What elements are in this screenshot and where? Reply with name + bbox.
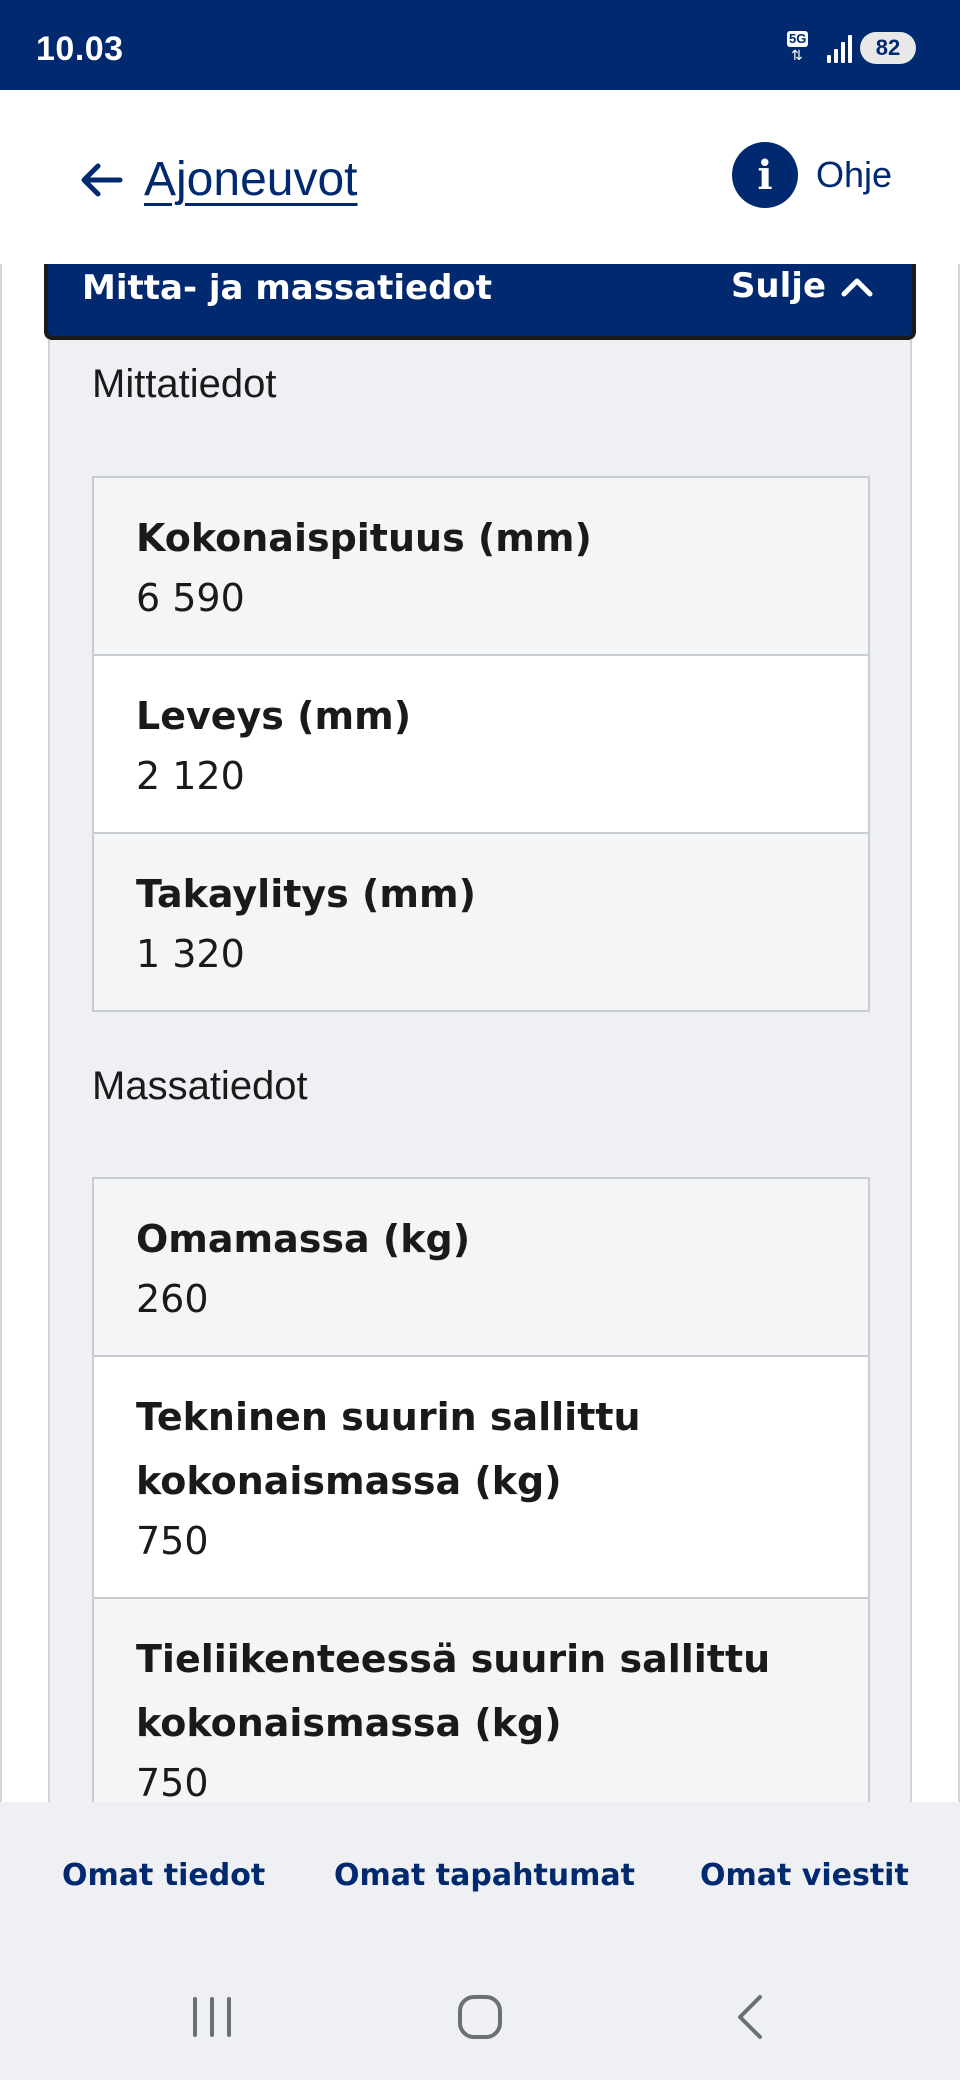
mass-list: Omamassa (kg) 260 Tekninen suurin sallit… [92, 1177, 870, 1802]
field-value: 1 320 [136, 932, 245, 976]
dimensions-list: Kokonaispituus (mm) 6 590 Leveys (mm) 2 … [92, 476, 870, 1012]
section-title-mass: Massatiedot [92, 1064, 308, 1108]
recents-button[interactable] [182, 1990, 242, 2044]
field-value: 260 [136, 1277, 209, 1321]
bottom-navigation: Omat tiedot Omat tapahtumat Omat viestit [0, 1802, 960, 1950]
signal-strength-icon [827, 33, 852, 63]
accordion-title: Mitta- ja massatiedot [82, 268, 493, 308]
status-bar: 10.03 5G ⇅ 82 [0, 0, 960, 90]
list-item: Takaylitys (mm) 1 320 [94, 834, 868, 1010]
accordion-body: Mittatiedot Kokonaispituus (mm) 6 590 Le… [48, 340, 912, 1802]
arrow-left-icon [81, 163, 123, 196]
home-icon [458, 1995, 502, 2039]
battery-indicator: 82 [860, 32, 916, 64]
field-label: Tekninen suurin sallittu kokonaismassa (… [136, 1395, 641, 1503]
tab-omat-viestit[interactable]: Omat viestit [700, 1858, 909, 1893]
field-label: Takaylitys (mm) [136, 872, 476, 916]
back-icon [738, 1995, 762, 2039]
field-value: 750 [136, 1519, 209, 1563]
field-value: 2 120 [136, 754, 245, 798]
tab-omat-tiedot[interactable]: Omat tiedot [62, 1858, 265, 1893]
back-link[interactable]: Ajoneuvot [76, 152, 358, 207]
field-label: Leveys (mm) [136, 694, 412, 738]
field-value: 6 590 [136, 576, 245, 620]
system-navigation-bar [0, 1950, 960, 2080]
list-item: Omamassa (kg) 260 [94, 1179, 868, 1357]
info-icon: i [731, 142, 798, 208]
list-item: Kokonaispituus (mm) 6 590 [94, 478, 868, 656]
list-item: Leveys (mm) 2 120 [94, 656, 868, 834]
app-header: Ajoneuvot i Ohje [0, 90, 960, 264]
list-item: Tieliikenteessä suurin sallittu kokonais… [94, 1599, 868, 1802]
accordion-close-label: Sulje [730, 266, 826, 306]
field-value: 750 [136, 1761, 209, 1802]
back-link-label: Ajoneuvot [144, 153, 358, 206]
dimensions-mass-accordion: Mitta- ja massatiedot Sulje Mittatiedot … [44, 264, 916, 1802]
list-item: Tekninen suurin sallittu kokonaismassa (… [94, 1357, 868, 1599]
status-icons: 5G ⇅ 82 [787, 30, 916, 66]
tab-omat-tapahtumat[interactable]: Omat tapahtumat [334, 1858, 635, 1893]
accordion-header[interactable]: Mitta- ja massatiedot Sulje [44, 264, 916, 340]
field-label: Omamassa (kg) [136, 1217, 471, 1261]
accordion-close-button[interactable]: Sulje [731, 266, 874, 306]
scroll-content[interactable]: Mitta- ja massatiedot Sulje Mittatiedot … [0, 264, 960, 1802]
home-button[interactable] [450, 1990, 510, 2044]
section-title-dimensions: Mittatiedot [92, 362, 277, 406]
chevron-up-icon [841, 278, 873, 297]
field-label: Kokonaispituus (mm) [136, 516, 592, 560]
status-time: 10.03 [36, 30, 124, 68]
recents-icon [193, 1997, 231, 2037]
help-button[interactable]: i Ohje [731, 142, 892, 208]
content-left-border [0, 264, 2, 1802]
help-label: Ohje [815, 154, 892, 195]
network-5g-icon: 5G ⇅ [787, 31, 809, 64]
field-label: Tieliikenteessä suurin sallittu kokonais… [136, 1637, 771, 1745]
system-back-button[interactable] [720, 1990, 780, 2044]
